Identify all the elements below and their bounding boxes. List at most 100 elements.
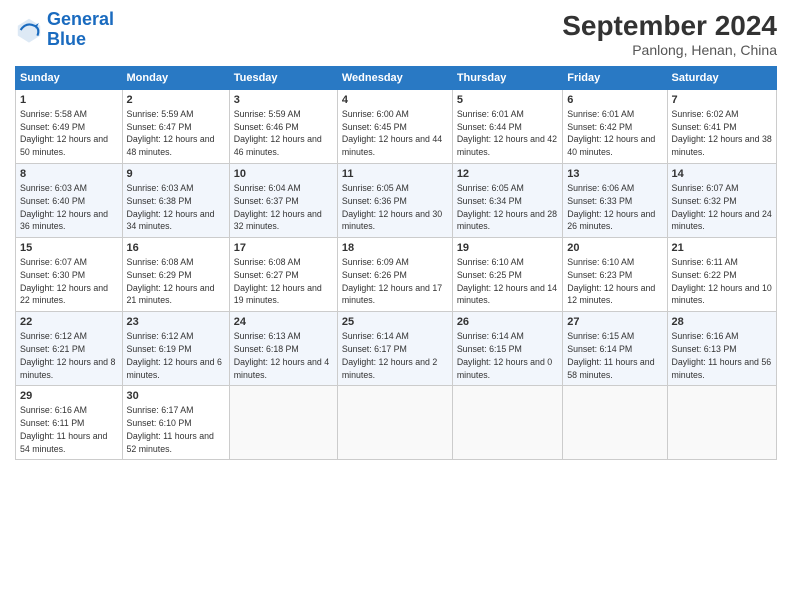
day-number: 22	[20, 315, 118, 330]
logo-text: General Blue	[47, 10, 114, 50]
day-number: 15	[20, 241, 118, 256]
table-row: 12 Sunrise: 6:05 AMSunset: 6:34 PMDaylig…	[452, 164, 562, 238]
day-number: 12	[457, 167, 558, 182]
day-number: 26	[457, 315, 558, 330]
day-info: Sunrise: 6:16 AMSunset: 6:11 PMDaylight:…	[20, 405, 107, 453]
table-row: 25 Sunrise: 6:14 AMSunset: 6:17 PMDaylig…	[337, 312, 452, 386]
day-info: Sunrise: 6:00 AMSunset: 6:45 PMDaylight:…	[342, 109, 442, 157]
day-number: 6	[567, 93, 662, 108]
calendar-container: General Blue September 2024 Panlong, Hen…	[0, 0, 792, 470]
table-row: 4 Sunrise: 6:00 AMSunset: 6:45 PMDayligh…	[337, 90, 452, 164]
day-number: 25	[342, 315, 448, 330]
col-wednesday: Wednesday	[337, 67, 452, 90]
table-row: 19 Sunrise: 6:10 AMSunset: 6:25 PMDaylig…	[452, 238, 562, 312]
day-info: Sunrise: 6:06 AMSunset: 6:33 PMDaylight:…	[567, 183, 655, 231]
day-info: Sunrise: 6:12 AMSunset: 6:21 PMDaylight:…	[20, 331, 115, 379]
header: General Blue September 2024 Panlong, Hen…	[15, 10, 777, 58]
table-row: 9 Sunrise: 6:03 AMSunset: 6:38 PMDayligh…	[122, 164, 229, 238]
day-info: Sunrise: 6:13 AMSunset: 6:18 PMDaylight:…	[234, 331, 329, 379]
table-row: 11 Sunrise: 6:05 AMSunset: 6:36 PMDaylig…	[337, 164, 452, 238]
table-row: 5 Sunrise: 6:01 AMSunset: 6:44 PMDayligh…	[452, 90, 562, 164]
day-info: Sunrise: 6:03 AMSunset: 6:40 PMDaylight:…	[20, 183, 108, 231]
logo: General Blue	[15, 10, 114, 50]
table-row: 20 Sunrise: 6:10 AMSunset: 6:23 PMDaylig…	[563, 238, 667, 312]
table-row	[452, 386, 562, 460]
col-tuesday: Tuesday	[229, 67, 337, 90]
day-info: Sunrise: 6:05 AMSunset: 6:34 PMDaylight:…	[457, 183, 557, 231]
table-row: 15 Sunrise: 6:07 AMSunset: 6:30 PMDaylig…	[16, 238, 123, 312]
table-row: 29 Sunrise: 6:16 AMSunset: 6:11 PMDaylig…	[16, 386, 123, 460]
day-info: Sunrise: 5:59 AMSunset: 6:47 PMDaylight:…	[127, 109, 215, 157]
day-number: 4	[342, 93, 448, 108]
day-number: 3	[234, 93, 333, 108]
day-number: 11	[342, 167, 448, 182]
day-number: 16	[127, 241, 225, 256]
day-info: Sunrise: 6:04 AMSunset: 6:37 PMDaylight:…	[234, 183, 322, 231]
day-number: 19	[457, 241, 558, 256]
day-number: 10	[234, 167, 333, 182]
day-info: Sunrise: 6:15 AMSunset: 6:14 PMDaylight:…	[567, 331, 654, 379]
day-number: 29	[20, 389, 118, 404]
day-info: Sunrise: 6:08 AMSunset: 6:29 PMDaylight:…	[127, 257, 215, 305]
table-row: 8 Sunrise: 6:03 AMSunset: 6:40 PMDayligh…	[16, 164, 123, 238]
day-number: 8	[20, 167, 118, 182]
day-info: Sunrise: 6:01 AMSunset: 6:44 PMDaylight:…	[457, 109, 557, 157]
day-number: 7	[672, 93, 772, 108]
day-info: Sunrise: 6:09 AMSunset: 6:26 PMDaylight:…	[342, 257, 442, 305]
table-row: 7 Sunrise: 6:02 AMSunset: 6:41 PMDayligh…	[667, 90, 776, 164]
day-info: Sunrise: 6:03 AMSunset: 6:38 PMDaylight:…	[127, 183, 215, 231]
table-row: 16 Sunrise: 6:08 AMSunset: 6:29 PMDaylig…	[122, 238, 229, 312]
day-number: 20	[567, 241, 662, 256]
calendar-title: September 2024	[562, 10, 777, 42]
table-row	[563, 386, 667, 460]
day-number: 28	[672, 315, 772, 330]
table-row: 24 Sunrise: 6:13 AMSunset: 6:18 PMDaylig…	[229, 312, 337, 386]
table-row: 18 Sunrise: 6:09 AMSunset: 6:26 PMDaylig…	[337, 238, 452, 312]
day-info: Sunrise: 6:01 AMSunset: 6:42 PMDaylight:…	[567, 109, 655, 157]
day-number: 30	[127, 389, 225, 404]
calendar-row: 1 Sunrise: 5:58 AMSunset: 6:49 PMDayligh…	[16, 90, 777, 164]
day-number: 13	[567, 167, 662, 182]
table-row	[229, 386, 337, 460]
day-number: 9	[127, 167, 225, 182]
day-info: Sunrise: 6:11 AMSunset: 6:22 PMDaylight:…	[672, 257, 772, 305]
col-sunday: Sunday	[16, 67, 123, 90]
day-info: Sunrise: 6:07 AMSunset: 6:30 PMDaylight:…	[20, 257, 108, 305]
table-row: 27 Sunrise: 6:15 AMSunset: 6:14 PMDaylig…	[563, 312, 667, 386]
calendar-row: 15 Sunrise: 6:07 AMSunset: 6:30 PMDaylig…	[16, 238, 777, 312]
table-row: 6 Sunrise: 6:01 AMSunset: 6:42 PMDayligh…	[563, 90, 667, 164]
day-info: Sunrise: 6:08 AMSunset: 6:27 PMDaylight:…	[234, 257, 322, 305]
table-row: 30 Sunrise: 6:17 AMSunset: 6:10 PMDaylig…	[122, 386, 229, 460]
day-info: Sunrise: 6:02 AMSunset: 6:41 PMDaylight:…	[672, 109, 772, 157]
table-row	[337, 386, 452, 460]
table-row: 22 Sunrise: 6:12 AMSunset: 6:21 PMDaylig…	[16, 312, 123, 386]
day-number: 14	[672, 167, 772, 182]
day-info: Sunrise: 6:10 AMSunset: 6:23 PMDaylight:…	[567, 257, 655, 305]
logo-icon	[15, 16, 43, 44]
day-number: 23	[127, 315, 225, 330]
day-number: 21	[672, 241, 772, 256]
col-saturday: Saturday	[667, 67, 776, 90]
table-row	[667, 386, 776, 460]
day-info: Sunrise: 6:12 AMSunset: 6:19 PMDaylight:…	[127, 331, 222, 379]
day-info: Sunrise: 5:59 AMSunset: 6:46 PMDaylight:…	[234, 109, 322, 157]
table-row: 1 Sunrise: 5:58 AMSunset: 6:49 PMDayligh…	[16, 90, 123, 164]
calendar-row: 22 Sunrise: 6:12 AMSunset: 6:21 PMDaylig…	[16, 312, 777, 386]
day-info: Sunrise: 6:14 AMSunset: 6:15 PMDaylight:…	[457, 331, 552, 379]
table-row: 26 Sunrise: 6:14 AMSunset: 6:15 PMDaylig…	[452, 312, 562, 386]
table-row: 2 Sunrise: 5:59 AMSunset: 6:47 PMDayligh…	[122, 90, 229, 164]
calendar-subtitle: Panlong, Henan, China	[562, 42, 777, 58]
table-row: 10 Sunrise: 6:04 AMSunset: 6:37 PMDaylig…	[229, 164, 337, 238]
table-row: 14 Sunrise: 6:07 AMSunset: 6:32 PMDaylig…	[667, 164, 776, 238]
col-monday: Monday	[122, 67, 229, 90]
calendar-row: 8 Sunrise: 6:03 AMSunset: 6:40 PMDayligh…	[16, 164, 777, 238]
day-info: Sunrise: 6:10 AMSunset: 6:25 PMDaylight:…	[457, 257, 557, 305]
day-number: 17	[234, 241, 333, 256]
calendar-row: 29 Sunrise: 6:16 AMSunset: 6:11 PMDaylig…	[16, 386, 777, 460]
header-row: Sunday Monday Tuesday Wednesday Thursday…	[16, 67, 777, 90]
day-info: Sunrise: 6:05 AMSunset: 6:36 PMDaylight:…	[342, 183, 442, 231]
day-info: Sunrise: 6:16 AMSunset: 6:13 PMDaylight:…	[672, 331, 772, 379]
day-number: 2	[127, 93, 225, 108]
table-row: 21 Sunrise: 6:11 AMSunset: 6:22 PMDaylig…	[667, 238, 776, 312]
table-row: 13 Sunrise: 6:06 AMSunset: 6:33 PMDaylig…	[563, 164, 667, 238]
